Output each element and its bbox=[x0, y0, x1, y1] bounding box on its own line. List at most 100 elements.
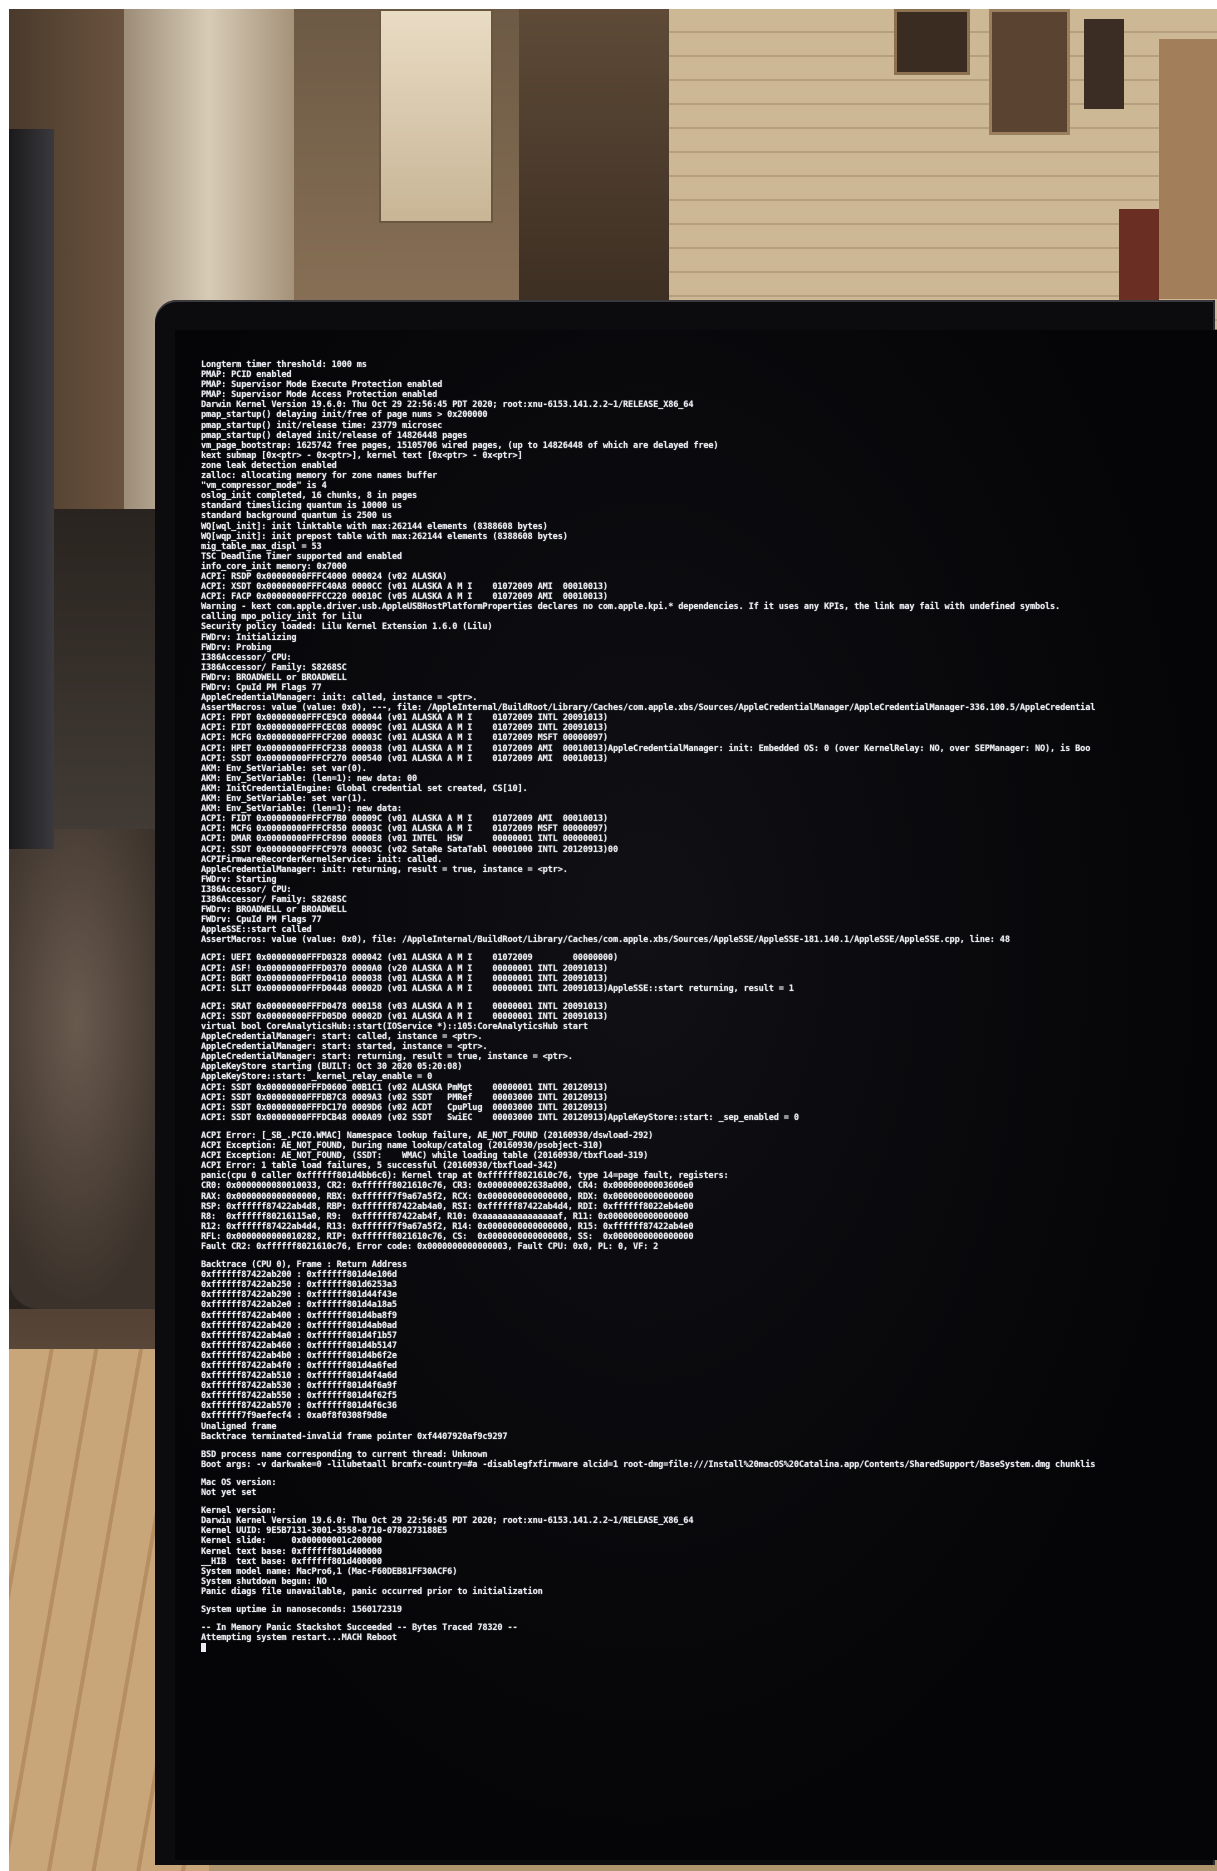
terminal-line: info_core_init memory: 0x7000 bbox=[201, 561, 347, 572]
wall-frame bbox=[989, 9, 1070, 135]
terminal-line: AppleKeyStore starting (BUILT: Oct 30 20… bbox=[201, 1062, 463, 1073]
terminal-line: Backtrace (CPU 0), Frame : Return Addres… bbox=[201, 1260, 407, 1271]
terminal-line: standard timeslicing quantum is 10000 us bbox=[201, 501, 402, 512]
terminal-line: 0xffffff87422ab290 : 0xffffff801d44f43e bbox=[201, 1290, 397, 1301]
terminal-line: ACPI: MCFG 0x00000000FFFCF850 00003C (v0… bbox=[201, 824, 608, 835]
terminal-line: ACPI: FACP 0x00000000FFFCC220 00010C (v0… bbox=[201, 592, 608, 603]
terminal-line: Unaligned frame bbox=[201, 1421, 277, 1432]
terminal-line: "vm_compressor_mode" is 4 bbox=[201, 481, 327, 492]
terminal-line: 0xffffff87422ab2e0 : 0xffffff801d4a18a5 bbox=[201, 1300, 397, 1311]
cursor-line bbox=[201, 1643, 1217, 1653]
terminal-line: Warning - kext com.apple.driver.usb.Appl… bbox=[201, 602, 1061, 613]
terminal-line: AKM: Env_SetVariable: (len=1): new data:… bbox=[201, 773, 418, 784]
terminal-line: ACPIFirmwareRecorderKernelService: init:… bbox=[201, 854, 443, 865]
terminal-line: 0xffffff87422ab570 : 0xffffff801d4f6c36 bbox=[201, 1401, 397, 1412]
terminal-line: Panic diags file unavailable, panic occu… bbox=[201, 1586, 543, 1597]
terminal-line: AKM: Env_SetVariable: set var(0). bbox=[201, 763, 367, 774]
terminal-line: ACPI: FPDT 0x00000000FFFCE9C0 000044 (v0… bbox=[201, 713, 608, 724]
terminal-line: WQ[wqp_init]: init prepost table with ma… bbox=[201, 531, 568, 542]
terminal-line: FWDrv: BROADWELL or BROADWELL bbox=[201, 905, 347, 916]
terminal-line: 0xffffff87422ab4b0 : 0xffffff801d4b6f2e bbox=[201, 1350, 397, 1361]
terminal-line: ACPI: FIDT 0x00000000FFFCF7B0 00009C (v0… bbox=[201, 814, 608, 825]
terminal-line: Not yet set bbox=[201, 1488, 257, 1499]
terminal-line: AssertMacros: value (value: 0x0), file: … bbox=[201, 935, 1010, 946]
terminal-line: ACPI: ASF! 0x00000000FFFD0370 0000A0 (v2… bbox=[201, 963, 608, 974]
terminal-cursor bbox=[201, 1643, 206, 1653]
terminal-line: 0xffffff87422ab550 : 0xffffff801d4f62f5 bbox=[201, 1391, 397, 1402]
terminal-line: ACPI Exception: AE_NOT_FOUND, During nam… bbox=[201, 1141, 603, 1152]
wall-frame bbox=[894, 9, 970, 75]
terminal-line: Fault CR2: 0xffffff8021610c76, Error cod… bbox=[201, 1241, 659, 1252]
terminal-line: ACPI Error: [_SB_.PCI0.WMAC] Namespace l… bbox=[201, 1130, 654, 1141]
terminal-line: ACPI: SSDT 0x00000000FFFD05D0 00002D (v0… bbox=[201, 1011, 608, 1022]
terminal-line: Boot args: -v darkwake=0 -lilubetaall br… bbox=[201, 1459, 1096, 1470]
terminal-line: 0xffffff87422ab530 : 0xffffff801d4f6a9f bbox=[201, 1381, 397, 1392]
terminal-line: ACPI: SRAT 0x00000000FFFD0478 000158 (v0… bbox=[201, 1001, 608, 1012]
laptop-screen: Longterm timer threshold: 1000 ms PMAP: P… bbox=[175, 330, 1217, 1860]
terminal-line: ACPI: HPET 0x00000000FFFCF238 000038 (v0… bbox=[201, 743, 1091, 754]
terminal-line: AssertMacros: value (value: 0x0), ---, f… bbox=[201, 703, 1096, 714]
terminal-line: 0xffffff87422ab510 : 0xffffff801d4f4a6d bbox=[201, 1371, 397, 1382]
terminal-line: panic(cpu 0 caller 0xffffff801d4bb6c6): … bbox=[201, 1171, 729, 1182]
terminal-line: Kernel slide: 0x000000001c200000 bbox=[201, 1536, 382, 1547]
terminal-line: oslog_init completed, 16 chunks, 8 in pa… bbox=[201, 491, 418, 502]
terminal-line: ACPI Error: 1 table load failures, 5 suc… bbox=[201, 1161, 558, 1172]
wall-frame bbox=[1159, 39, 1217, 299]
terminal-line: ACPI Exception: AE_NOT_FOUND, (SSDT: WMA… bbox=[201, 1151, 649, 1162]
terminal-line: AppleCredentialManager: init: returning,… bbox=[201, 864, 568, 875]
terminal-line: RFL: 0x0000000000010282, RIP: 0xffffff80… bbox=[201, 1231, 694, 1242]
terminal-line: ACPI: SSDT 0x00000000FFFCF978 00003C (v0… bbox=[201, 844, 618, 855]
terminal-line: WQ[wql_init]: init linktable with max:26… bbox=[201, 521, 548, 532]
terminal-line: ACPI: SSDT 0x00000000FFFD0600 00B1C1 (v0… bbox=[201, 1082, 608, 1093]
terminal-line: AppleCredentialManager: start: called, i… bbox=[201, 1032, 483, 1043]
terminal-line: Darwin Kernel Version 19.6.0: Thu Oct 29… bbox=[201, 400, 694, 411]
terminal-line: FWDrv: Starting bbox=[201, 874, 277, 885]
terminal-line: Kernel text base: 0xffffff801d400000 bbox=[201, 1546, 382, 1557]
terminal-line: AKM: InitCredentialEngine: Global creden… bbox=[201, 783, 528, 794]
terminal-line: R8: 0xffffff80216115a0, R9: 0xffffff8742… bbox=[201, 1211, 689, 1222]
terminal-line: Backtrace terminated-invalid frame point… bbox=[201, 1431, 508, 1442]
terminal-line: PMAP: Supervisor Mode Access Protection … bbox=[201, 390, 438, 401]
terminal-line: BSD process name corresponding to curren… bbox=[201, 1449, 488, 1460]
terminal-line: vm_page_bootstrap: 1625742 free pages, 1… bbox=[201, 440, 719, 451]
terminal-line: ACPI: RSDP 0x00000000FFFC4000 000024 (v0… bbox=[201, 571, 448, 582]
terminal-line: virtual bool CoreAnalyticsHub::start(IOS… bbox=[201, 1022, 588, 1032]
terminal-line: 0xffffff87422ab250 : 0xffffff801d6253a3 bbox=[201, 1280, 397, 1291]
terminal-line: Longterm timer threshold: 1000 ms bbox=[201, 360, 367, 370]
terminal-line: ACPI: SLIT 0x00000000FFFD0448 00002D (v0… bbox=[201, 983, 794, 994]
terminal-line: FWDrv: Probing bbox=[201, 642, 272, 653]
terminal-line: kext submap [0x<ptr> - 0x<ptr>], kernel … bbox=[201, 450, 523, 461]
terminal-line: FWDrv: BROADWELL or BROADWELL bbox=[201, 672, 347, 683]
terminal-line: PMAP: Supervisor Mode Execute Protection… bbox=[201, 380, 443, 391]
terminal-line: 0xffffff87422ab4a0 : 0xffffff801d4f1b57 bbox=[201, 1330, 397, 1341]
terminal-line: 0xffffff87422ab4f0 : 0xffffff801d4a6fed bbox=[201, 1361, 397, 1371]
background-chair bbox=[9, 829, 179, 1309]
terminal-line: I386Accessor/ CPU: bbox=[201, 652, 292, 663]
terminal-line: __HIB text base: 0xffffff801d400000 bbox=[201, 1556, 382, 1567]
terminal-line: System shutdown begun: NO bbox=[201, 1576, 327, 1587]
terminal-line: ACPI: FIDT 0x00000000FFFCEC08 00009C (v0… bbox=[201, 723, 608, 734]
terminal-line: RAX: 0x0000000000000000, RBX: 0xffffff7f… bbox=[201, 1191, 694, 1202]
terminal-line: FWDrv: Initializing bbox=[201, 632, 297, 643]
terminal-line: 0xffffff87422ab420 : 0xffffff801d4ab0ad bbox=[201, 1320, 397, 1331]
terminal-line: RSP: 0xffffff87422ab4d8, RBP: 0xffffff87… bbox=[201, 1201, 694, 1212]
terminal-line: TSC Deadline Timer supported and enabled bbox=[201, 551, 402, 562]
terminal-line: R12: 0xffffff87422ab4d4, R13: 0xffffff7f… bbox=[201, 1221, 694, 1232]
terminal-line: standard background quantum is 2500 us bbox=[201, 511, 392, 522]
terminal-line: ACPI: UEFI 0x00000000FFFD0328 000042 (v0… bbox=[201, 953, 618, 964]
terminal-line: ACPI: XSDT 0x00000000FFFC40A8 0000CC (v0… bbox=[201, 582, 608, 593]
terminal-line: AppleSSE::start called bbox=[201, 925, 312, 936]
terminal-line: AKM: Env_SetVariable: set var(1). bbox=[201, 794, 367, 805]
terminal-line: CR0: 0x0000000080010033, CR2: 0xffffff80… bbox=[201, 1181, 694, 1192]
terminal-line: FWDrv: CpuId PM Flags 77 bbox=[201, 683, 322, 693]
terminal-line: 0xffffff87422ab200 : 0xffffff801d4e106d bbox=[201, 1270, 397, 1281]
terminal-line: System uptime in nanoseconds: 1560172319 bbox=[201, 1604, 402, 1615]
terminal-line: -- In Memory Panic Stackshot Succeeded -… bbox=[201, 1623, 518, 1634]
terminal-line: AppleCredentialManager: init: called, in… bbox=[201, 693, 478, 704]
